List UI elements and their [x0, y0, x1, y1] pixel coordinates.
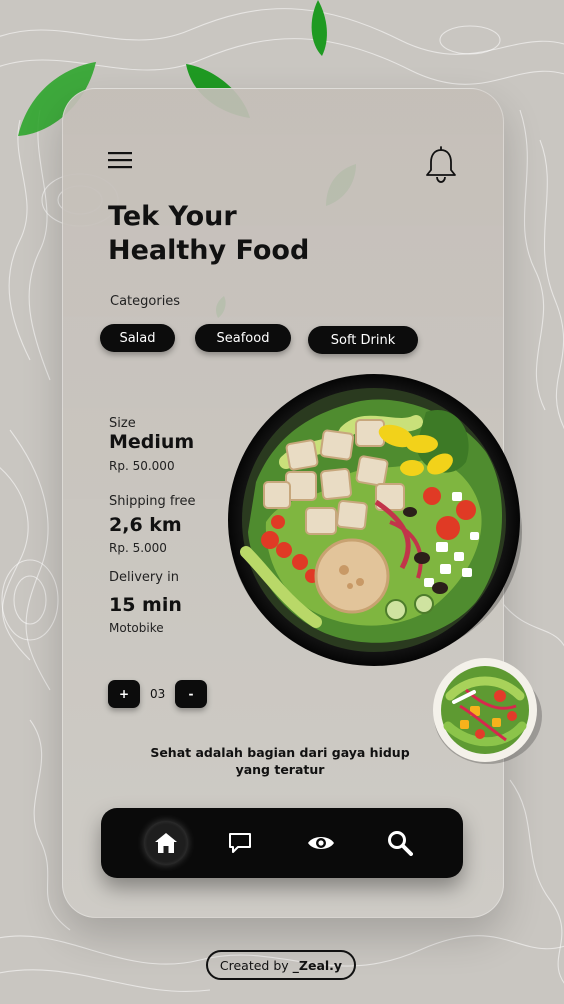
eye-icon	[308, 837, 334, 849]
nav-chat-button[interactable]	[218, 821, 262, 865]
nav-home-button[interactable]	[144, 821, 188, 865]
nav-view-button[interactable]	[299, 821, 343, 865]
shipping-distance: 2,6 km	[109, 514, 182, 536]
delivery-label: Delivery in	[109, 570, 179, 585]
credit-author: _Zeal.y	[292, 957, 343, 973]
credit-prefix: Created by	[219, 957, 289, 973]
credit-badge: Created by _Zeal.y	[206, 950, 356, 980]
bell-icon[interactable]	[424, 146, 458, 184]
delivery-method: Motobike	[109, 621, 164, 635]
bottom-navigation-bar	[101, 808, 463, 878]
motto-line-2: yang teratur	[235, 762, 325, 777]
page-title: Tek Your Healthy Food	[108, 200, 309, 268]
shipping-label: Shipping free	[109, 494, 196, 509]
delivery-time: 15 min	[109, 594, 182, 616]
search-icon	[388, 831, 413, 856]
category-chip-soft-drink[interactable]: Soft Drink	[308, 326, 418, 354]
leaf-decoration	[311, 0, 327, 56]
chat-icon	[229, 833, 251, 853]
title-line-1: Tek Your	[108, 201, 237, 232]
home-icon	[155, 833, 177, 853]
title-line-2: Healthy Food	[108, 235, 310, 266]
motto-text: Sehat adalah bagian dari gaya hidup yang…	[140, 744, 420, 778]
nav-search-button[interactable]	[378, 821, 422, 865]
size-value: Medium	[109, 431, 195, 453]
side-salad-image	[433, 658, 542, 764]
quantity-decrease-button[interactable]: -	[175, 680, 207, 708]
size-price: Rp. 50.000	[109, 459, 175, 473]
quantity-value: 03	[150, 687, 166, 701]
categories-label: Categories	[110, 294, 181, 309]
size-label: Size	[109, 416, 136, 431]
shipping-price: Rp. 5.000	[109, 541, 167, 555]
hamburger-menu-icon[interactable]	[108, 150, 132, 170]
salad-bowl-image	[228, 374, 522, 666]
motto-line-1: Sehat adalah bagian dari gaya hidup	[150, 745, 410, 760]
quantity-increase-button[interactable]: +	[108, 680, 140, 708]
category-chip-salad[interactable]: Salad	[100, 324, 175, 352]
category-chip-seafood[interactable]: Seafood	[195, 324, 291, 352]
